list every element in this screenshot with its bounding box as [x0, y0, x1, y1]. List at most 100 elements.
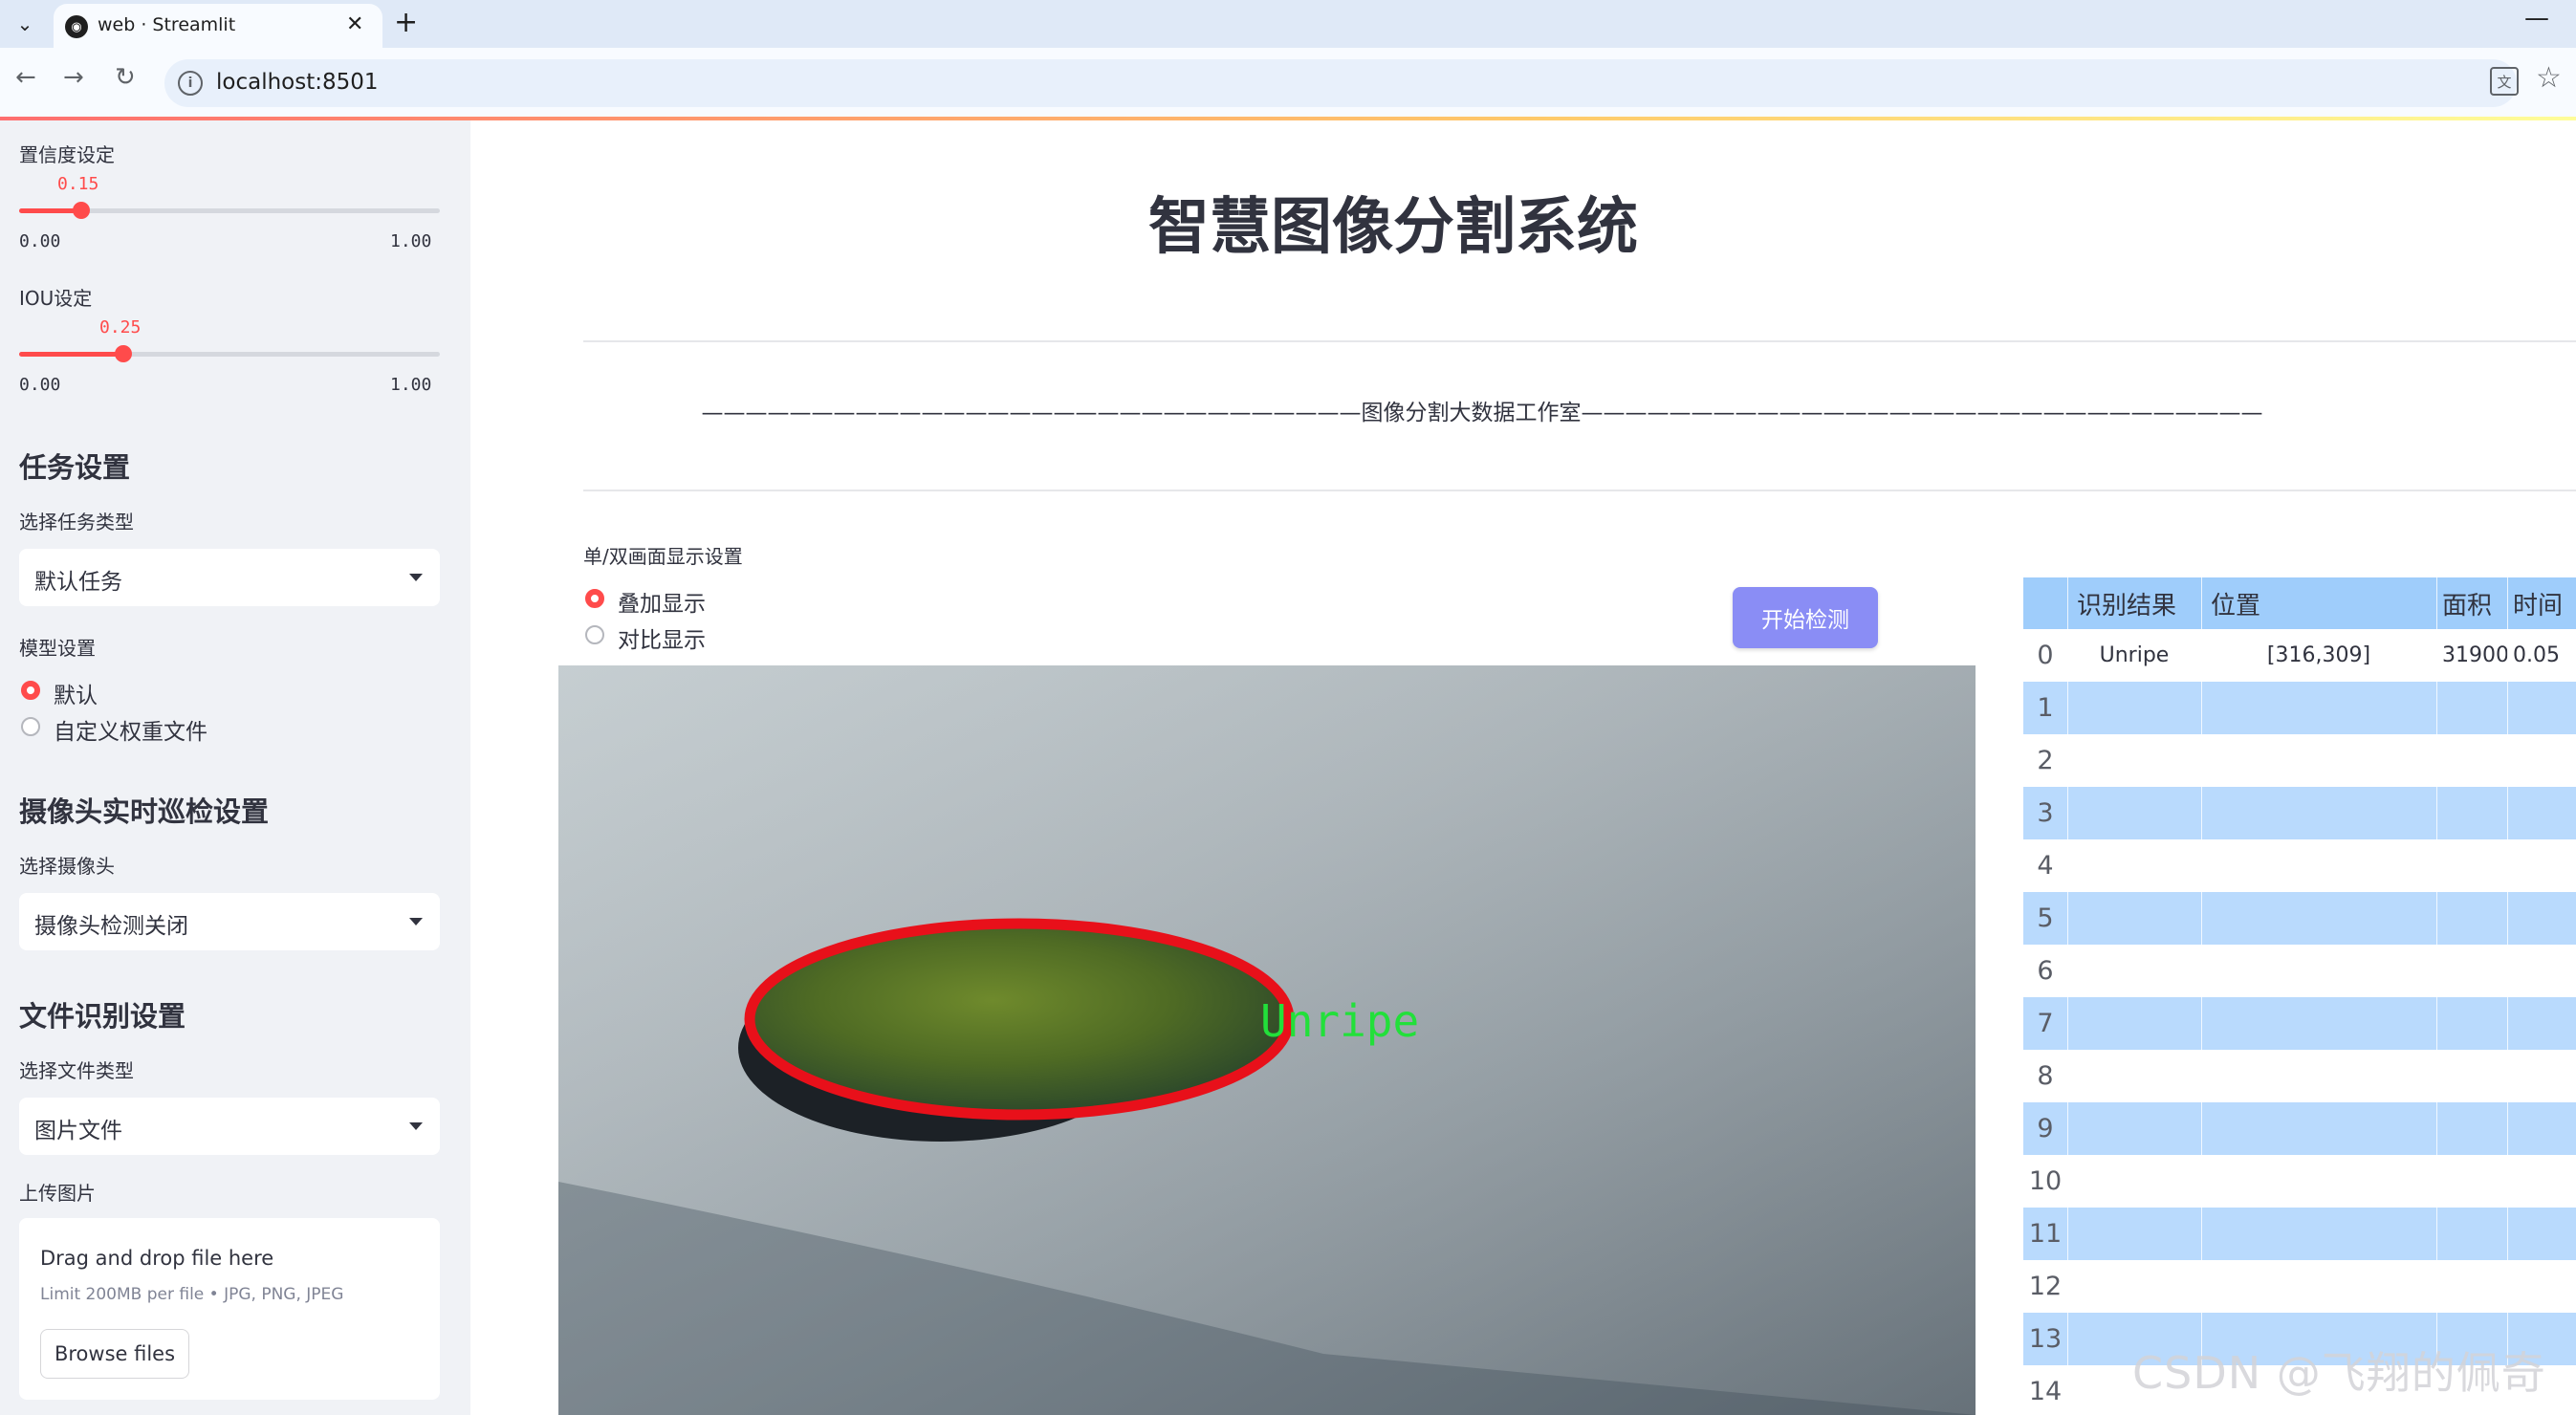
- header-time[interactable]: 时间: [2507, 577, 2576, 629]
- row-time: [2507, 1050, 2576, 1102]
- row-position: [2201, 1155, 2436, 1208]
- row-area: [2436, 892, 2507, 945]
- row-position: [316,309]: [2266, 643, 2371, 667]
- file-settings-heading: 文件识别设置: [19, 1000, 186, 1033]
- camera-label: 选择摄像头: [19, 855, 115, 878]
- file-type-label: 选择文件类型: [19, 1059, 134, 1082]
- row-position: [2201, 1102, 2436, 1155]
- file-dropzone[interactable]: Drag and drop file here Limit 200MB per …: [19, 1218, 440, 1400]
- row-result: [2067, 787, 2201, 839]
- row-area: [2436, 1208, 2507, 1260]
- table-row[interactable]: 2: [2023, 734, 2576, 787]
- row-result: [2067, 1208, 2201, 1260]
- translate-icon[interactable]: 文: [2490, 67, 2519, 96]
- row-time: [2507, 682, 2576, 734]
- bookmark-star-icon[interactable]: ☆: [2536, 61, 2562, 95]
- display-radio-overlay[interactable]: [585, 589, 604, 608]
- divider: [583, 340, 2576, 342]
- row-time: [2507, 945, 2576, 997]
- header-position[interactable]: 位置: [2201, 577, 2436, 629]
- row-time: 0.05: [2513, 643, 2560, 667]
- browser-tab[interactable]: ◉ web · Streamlit ✕: [54, 4, 382, 48]
- row-result: [2067, 892, 2201, 945]
- header-result[interactable]: 识别结果: [2067, 577, 2201, 629]
- iou-slider-thumb[interactable]: [115, 345, 132, 362]
- model-radio-default[interactable]: [21, 681, 40, 700]
- back-arrow-icon[interactable]: ←: [15, 63, 36, 92]
- table-row[interactable]: 12: [2023, 1260, 2576, 1313]
- iou-min: 0.00: [19, 375, 61, 395]
- table-row[interactable]: 8: [2023, 1050, 2576, 1102]
- row-time: [2507, 1155, 2576, 1208]
- model-radio-custom[interactable]: [21, 717, 40, 736]
- main-content: 智慧图像分割系统 ——————————————————————————————图…: [470, 120, 2576, 1415]
- table-row[interactable]: 11: [2023, 1208, 2576, 1260]
- row-time: [2507, 997, 2576, 1050]
- table-row[interactable]: 5: [2023, 892, 2576, 945]
- chevron-down-icon: [409, 574, 423, 581]
- row-area: [2436, 997, 2507, 1050]
- row-position: [2201, 945, 2436, 997]
- header-area[interactable]: 面积: [2436, 577, 2507, 629]
- row-area: [2436, 787, 2507, 839]
- streamlit-favicon-icon: ◉: [65, 15, 88, 38]
- table-row[interactable]: 9: [2023, 1102, 2576, 1155]
- results-table[interactable]: 识别结果 位置 面积 时间 0 Unripe [316,309] 31900 0.05 1…: [2023, 577, 2576, 1415]
- task-type-select[interactable]: 默认任务: [19, 549, 440, 606]
- table-row[interactable]: 4: [2023, 839, 2576, 892]
- row-time: [2507, 734, 2576, 787]
- tab-search-chevron-icon[interactable]: ⌄: [8, 8, 42, 40]
- row-time: [2507, 839, 2576, 892]
- row-index: 6: [2037, 956, 2054, 986]
- row-time: [2507, 892, 2576, 945]
- sidebar: 置信度设定 0.15 0.00 1.00 IOU设定 0.25 0.00 1.0…: [0, 120, 470, 1415]
- url-text: localhost:8501: [216, 70, 379, 95]
- model-option-default[interactable]: 默认: [54, 677, 98, 709]
- row-area: 31900: [2442, 643, 2509, 667]
- row-result: [2067, 1155, 2201, 1208]
- row-index: 7: [2037, 1009, 2054, 1038]
- forward-arrow-icon[interactable]: →: [63, 63, 84, 92]
- confidence-slider-thumb[interactable]: [73, 202, 90, 219]
- display-radio-compare[interactable]: [585, 625, 604, 644]
- file-type-select[interactable]: 图片文件: [19, 1098, 440, 1155]
- camera-select[interactable]: 摄像头检测关闭: [19, 893, 440, 950]
- row-result: Unripe: [2099, 643, 2170, 667]
- row-area: [2436, 945, 2507, 997]
- model-option-custom[interactable]: 自定义权重文件: [54, 713, 207, 746]
- page-title: 智慧图像分割系统: [1148, 192, 1638, 263]
- reload-icon[interactable]: ↻: [115, 63, 136, 92]
- start-detection-button[interactable]: 开始检测: [1733, 587, 1878, 648]
- file-type-value: 图片文件: [34, 1119, 122, 1143]
- header-index: [2023, 577, 2067, 629]
- table-row[interactable]: 1: [2023, 682, 2576, 734]
- row-index: 11: [2028, 1219, 2063, 1249]
- browse-files-button[interactable]: Browse files: [40, 1329, 189, 1379]
- row-result: [2067, 1050, 2201, 1102]
- iou-slider-fill: [19, 352, 124, 357]
- confidence-min: 0.00: [19, 231, 61, 251]
- row-area: [2436, 1050, 2507, 1102]
- row-position: [2201, 1208, 2436, 1260]
- tab-close-icon[interactable]: ✕: [346, 12, 363, 36]
- chevron-down-icon: [409, 1122, 423, 1130]
- row-position: [2201, 892, 2436, 945]
- row-index: 13: [2028, 1324, 2063, 1354]
- site-info-icon[interactable]: i: [178, 71, 203, 96]
- browser-tab-bar: ⌄ ◉ web · Streamlit ✕ + —: [0, 0, 2576, 48]
- iou-slider[interactable]: [19, 345, 440, 362]
- display-option-overlay[interactable]: 叠加显示: [618, 585, 706, 618]
- row-area: [2436, 839, 2507, 892]
- url-field[interactable]: i localhost:8501: [164, 59, 2517, 107]
- table-row[interactable]: 3: [2023, 787, 2576, 839]
- window-minimize-icon[interactable]: —: [2524, 4, 2549, 33]
- display-option-compare[interactable]: 对比显示: [618, 621, 706, 654]
- new-tab-icon[interactable]: +: [394, 6, 418, 39]
- row-position: [2201, 839, 2436, 892]
- table-row[interactable]: 10: [2023, 1155, 2576, 1208]
- table-row[interactable]: 6: [2023, 945, 2576, 997]
- table-row[interactable]: 7: [2023, 997, 2576, 1050]
- row-index: 8: [2037, 1061, 2054, 1091]
- segmentation-result-image: Unripe: [558, 665, 1976, 1415]
- table-row[interactable]: 0 Unripe [316,309] 31900 0.05: [2023, 629, 2576, 682]
